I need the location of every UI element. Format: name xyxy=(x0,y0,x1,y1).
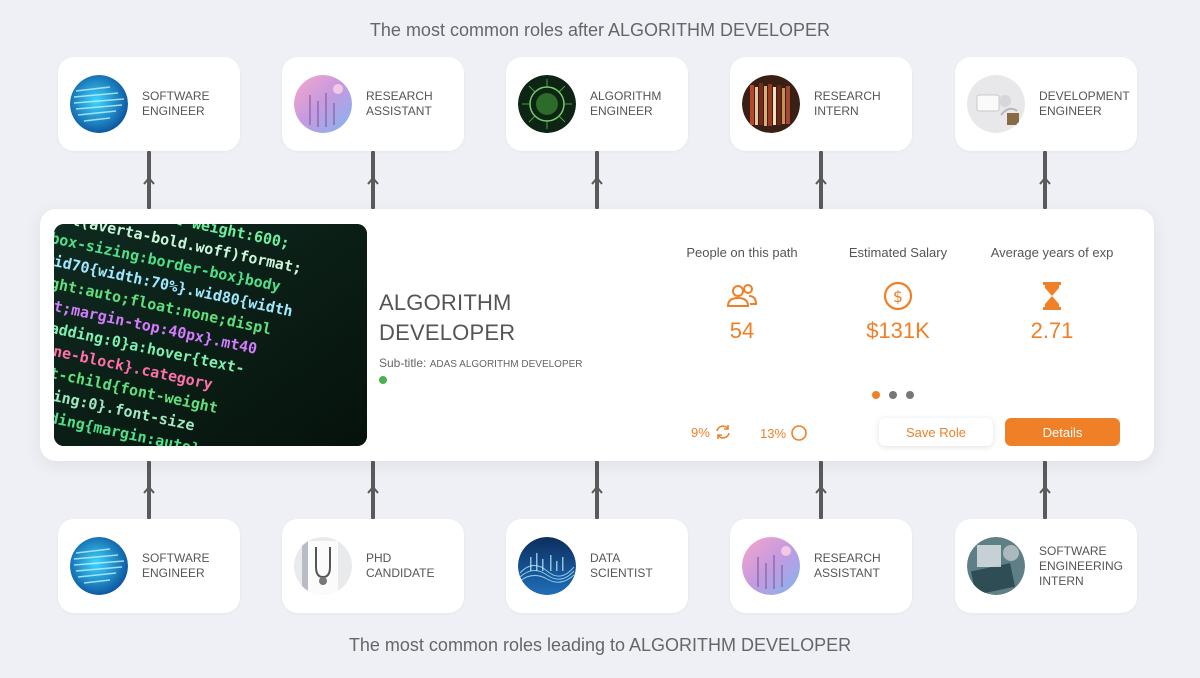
subtitle-value: ADAS ALGORITHM DEVELOPER xyxy=(429,359,583,370)
people-icon xyxy=(726,284,758,307)
section-title-previous-roles: The most common roles leading to ALGORIT… xyxy=(348,635,852,655)
library-thumbnail-icon xyxy=(742,75,800,133)
stat-value: $131K xyxy=(866,318,930,343)
workspace-thumbnail-icon xyxy=(967,75,1025,133)
stat-people: People on this path 54 xyxy=(672,245,812,344)
role-label: RESEARCH INTERN xyxy=(814,89,881,118)
next-role-card-algorithm-engineer[interactable]: ALGORITHM ENGINEER xyxy=(506,57,688,151)
arrow-up-icon xyxy=(1039,176,1051,185)
arrow-up-icon xyxy=(591,485,603,494)
arrow-up-icon xyxy=(591,176,603,185)
stat-salary: Estimated Salary $ $131K xyxy=(828,245,968,344)
arrow-up-icon xyxy=(815,176,827,185)
code-thumbnail-icon xyxy=(70,537,128,595)
carousel-dot[interactable] xyxy=(906,391,914,399)
subtitle-label: Sub-title: xyxy=(379,356,427,370)
role-title-line2: DEVELOPER xyxy=(379,320,516,345)
role-subtitle: Sub-title: ADAS ALGORITHM DEVELOPER xyxy=(379,356,583,370)
refresh-icon xyxy=(716,425,730,439)
lab-thumbnail-icon xyxy=(742,537,800,595)
carousel-dots xyxy=(872,391,914,399)
save-role-button[interactable]: Save Role xyxy=(879,418,993,446)
previous-role-card-software-engineering-intern[interactable]: SOFTWARE ENGINEERING INTERN xyxy=(955,519,1137,613)
current-role-card: ily:Avert;font-weight:600; :url(averta-b… xyxy=(40,209,1154,461)
previous-role-card-research-assistant[interactable]: RESEARCH ASSISTANT xyxy=(730,519,912,613)
next-role-card-research-intern[interactable]: RESEARCH INTERN xyxy=(730,57,912,151)
role-title-line1: ALGORITHM xyxy=(379,290,512,315)
metric-circle: 13% xyxy=(760,424,808,442)
stat-experience: Average years of exp 2.71 xyxy=(982,245,1122,344)
previous-role-card-software-engineer[interactable]: SOFTWARE ENGINEER xyxy=(58,519,240,613)
metric-value: 13% xyxy=(760,425,787,441)
doctor-thumbnail-icon xyxy=(294,537,352,595)
next-role-card-research-assistant[interactable]: RESEARCH ASSISTANT xyxy=(282,57,464,151)
arrow-up-icon xyxy=(143,176,155,185)
role-label: ALGORITHM ENGINEER xyxy=(590,89,662,118)
role-label: RESEARCH ASSISTANT xyxy=(814,551,881,580)
code-screen-image: ily:Avert;font-weight:600; :url(averta-b… xyxy=(54,224,367,446)
stat-label: Average years of exp xyxy=(990,245,1114,260)
role-label: DATA SCIENTIST xyxy=(590,551,653,580)
next-role-card-development-engineer[interactable]: DEVELOPMENT ENGINEER xyxy=(955,57,1137,151)
section-title-next-roles: The most common roles after ALGORITHM DE… xyxy=(369,20,831,40)
circle-icon xyxy=(791,425,807,441)
next-role-card-software-engineer[interactable]: SOFTWARE ENGINEER xyxy=(58,57,240,151)
arrow-up-icon xyxy=(815,485,827,494)
role-label: SOFTWARE ENGINEERING INTERN xyxy=(1039,543,1124,588)
hourglass-icon xyxy=(1043,282,1061,310)
code-thumbnail-icon xyxy=(70,75,128,133)
previous-role-card-phd-candidate[interactable]: PHD CANDIDATE xyxy=(282,519,464,613)
stat-value: 54 xyxy=(729,318,755,343)
role-label: RESEARCH ASSISTANT xyxy=(366,89,433,118)
svg-text:$: $ xyxy=(893,287,903,306)
circuit-thumbnail-icon xyxy=(518,75,576,133)
stat-label: People on this path xyxy=(686,245,798,260)
dollar-icon: $ xyxy=(883,281,913,311)
arrow-up-icon xyxy=(367,176,379,185)
data-wave-thumbnail-icon xyxy=(518,537,576,595)
stat-value: 2.71 xyxy=(1030,318,1074,343)
metric-cycle: 9% xyxy=(691,424,732,440)
role-label: DEVELOPMENT ENGINEER xyxy=(1039,89,1130,118)
arrow-up-icon xyxy=(367,485,379,494)
laptop-thumbnail-icon xyxy=(967,537,1025,595)
role-title: ALGORITHM DEVELOPER xyxy=(379,288,619,348)
previous-role-card-data-scientist[interactable]: DATA SCIENTIST xyxy=(506,519,688,613)
arrow-up-icon xyxy=(1039,485,1051,494)
role-label: SOFTWARE ENGINEER xyxy=(142,551,210,580)
stat-label: Estimated Salary xyxy=(848,245,948,260)
carousel-dot[interactable] xyxy=(872,391,880,399)
lab-thumbnail-icon xyxy=(294,75,352,133)
status-dot xyxy=(379,376,387,384)
role-label: SOFTWARE ENGINEER xyxy=(142,89,210,118)
metric-value: 9% xyxy=(691,424,710,440)
role-label: PHD CANDIDATE xyxy=(366,551,435,580)
arrow-up-icon xyxy=(143,485,155,494)
carousel-dot[interactable] xyxy=(889,391,897,399)
details-button[interactable]: Details xyxy=(1005,418,1120,446)
